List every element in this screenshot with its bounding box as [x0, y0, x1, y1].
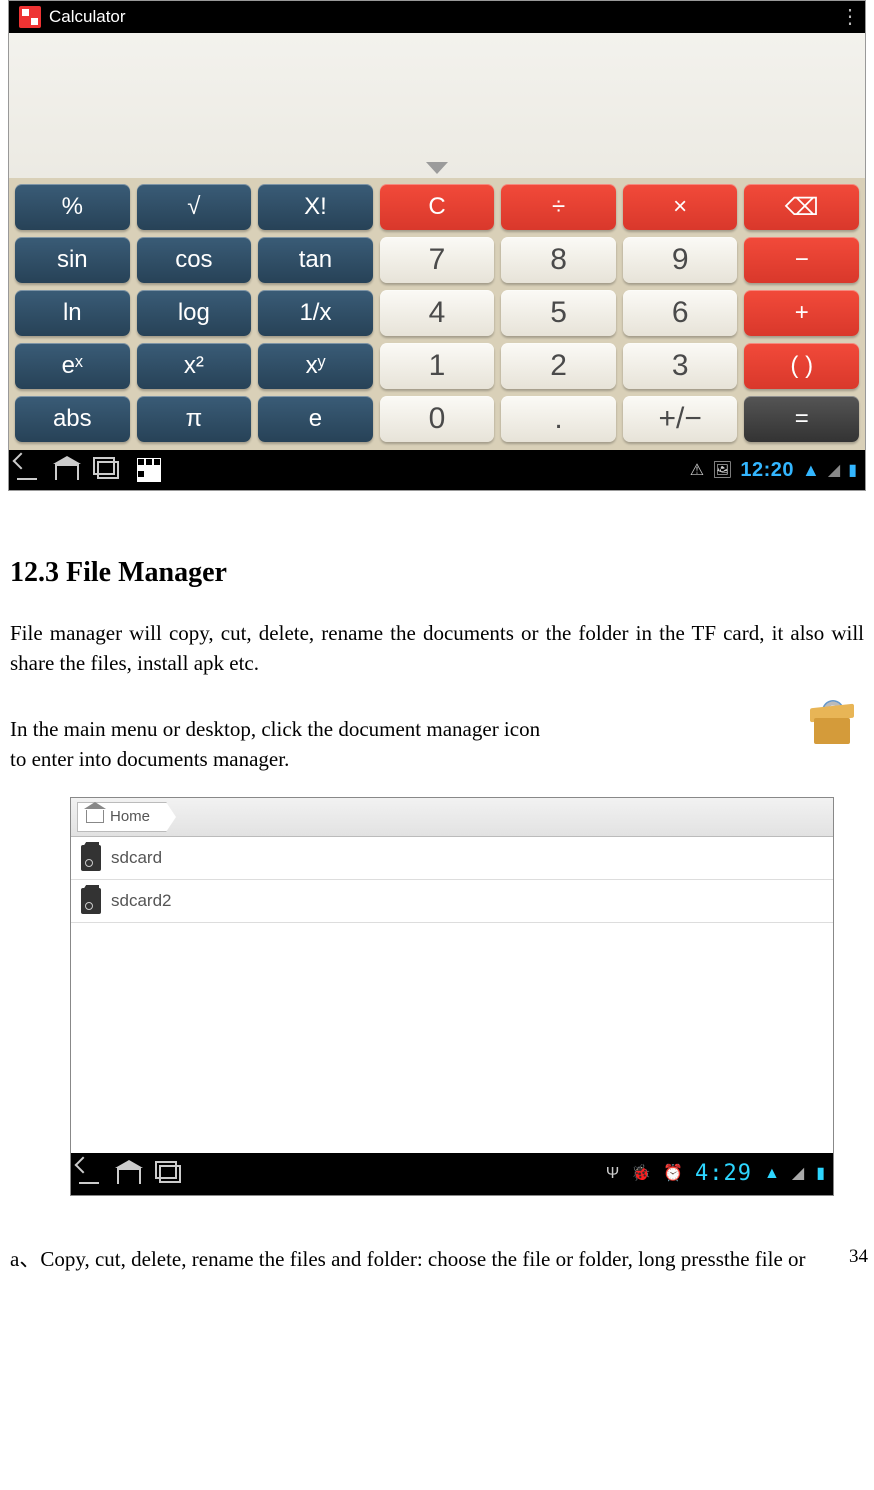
usb-icon: Ψ — [606, 1162, 619, 1185]
paragraph-2a: In the main menu or desktop, click the d… — [10, 714, 540, 744]
calculator-app-icon — [19, 6, 41, 28]
overflow-menu-icon[interactable]: ⋮ — [835, 7, 865, 27]
debug-icon: 🐞 — [631, 1162, 651, 1185]
key-9[interactable]: 9 — [623, 237, 738, 283]
key-multiply[interactable]: × — [623, 184, 738, 230]
wifi-icon: ▲ — [764, 1162, 780, 1185]
file-manager-icon — [808, 700, 856, 744]
key-3[interactable]: 3 — [623, 343, 738, 389]
key-factorial[interactable]: X! — [258, 184, 373, 230]
recent-apps-icon[interactable] — [97, 461, 119, 479]
calc-display — [9, 33, 865, 178]
key-plus[interactable]: + — [744, 290, 859, 336]
file-list: sdcard sdcard2 — [71, 837, 833, 1153]
fm-system-navbar: Ψ 🐞 ⏰ 4:29 ▲ ◢ ▮ — [71, 1153, 833, 1195]
paragraph-1: File manager will copy, cut, delete, ren… — [10, 618, 864, 679]
calc-title: Calculator — [49, 7, 835, 27]
status-time: 4:29 — [695, 1158, 752, 1190]
paragraph-3: a、Copy, cut, delete, rename the files an… — [10, 1244, 864, 1274]
list-item-label: sdcard2 — [111, 889, 171, 914]
breadcrumb-home[interactable]: Home — [77, 802, 167, 832]
paragraph-2: In the main menu or desktop, click the d… — [10, 700, 864, 774]
key-clear[interactable]: C — [380, 184, 495, 230]
sdcard-icon — [81, 845, 101, 871]
breadcrumb-bar: Home — [71, 798, 833, 837]
key-square[interactable]: x² — [137, 343, 252, 389]
signal-icon: ◢ — [792, 1162, 804, 1185]
key-backspace[interactable]: ⌫ — [744, 184, 859, 230]
key-8[interactable]: 8 — [501, 237, 616, 283]
key-parens[interactable]: ( ) — [744, 343, 859, 389]
key-sign[interactable]: +/− — [623, 396, 738, 442]
breadcrumb-label: Home — [110, 806, 150, 828]
calc-keypad: % √ X! C ÷ × ⌫ sin cos tan 7 8 9 − ln lo… — [9, 178, 865, 450]
list-item[interactable]: sdcard — [71, 837, 833, 880]
home-icon[interactable] — [117, 1168, 141, 1184]
list-item[interactable]: sdcard2 — [71, 880, 833, 923]
screenshot-icon[interactable] — [137, 458, 161, 482]
key-exp[interactable]: eˣ — [15, 343, 130, 389]
key-sqrt[interactable]: √ — [137, 184, 252, 230]
recent-apps-icon[interactable] — [159, 1165, 181, 1183]
back-icon[interactable] — [17, 460, 37, 480]
key-pi[interactable]: π — [137, 396, 252, 442]
key-7[interactable]: 7 — [380, 237, 495, 283]
key-cos[interactable]: cos — [137, 237, 252, 283]
warning-icon: ⚠ — [690, 460, 704, 480]
key-percent[interactable]: % — [15, 184, 130, 230]
paragraph-2b: to enter into documents manager. — [10, 744, 289, 774]
key-ln[interactable]: ln — [15, 290, 130, 336]
key-minus[interactable]: − — [744, 237, 859, 283]
list-item-label: sdcard — [111, 846, 162, 871]
key-divide[interactable]: ÷ — [501, 184, 616, 230]
sdcard-icon — [81, 888, 101, 914]
home-icon[interactable] — [55, 464, 79, 480]
signal-icon: ◢ — [828, 460, 840, 480]
section-heading: 12.3 File Manager — [10, 553, 864, 594]
calculator-screenshot: Calculator ⋮ % √ X! C ÷ × ⌫ sin cos tan … — [8, 0, 866, 491]
key-power[interactable]: xʸ — [258, 343, 373, 389]
key-abs[interactable]: abs — [15, 396, 130, 442]
alarm-icon: ⏰ — [663, 1162, 683, 1185]
key-sin[interactable]: sin — [15, 237, 130, 283]
file-manager-screenshot: Home sdcard sdcard2 — [70, 797, 834, 1196]
key-2[interactable]: 2 — [501, 343, 616, 389]
calc-titlebar: Calculator ⋮ — [9, 1, 865, 33]
back-icon[interactable] — [79, 1164, 99, 1184]
key-dot[interactable]: . — [501, 396, 616, 442]
key-equals[interactable]: = — [744, 396, 859, 442]
battery-icon: ▮ — [848, 460, 857, 480]
key-inverse[interactable]: 1/x — [258, 290, 373, 336]
key-5[interactable]: 5 — [501, 290, 616, 336]
home-icon — [86, 810, 104, 823]
page-number: 34 — [849, 1246, 868, 1268]
key-e[interactable]: e — [258, 396, 373, 442]
status-time: 12:20 — [740, 459, 794, 482]
key-6[interactable]: 6 — [623, 290, 738, 336]
key-1[interactable]: 1 — [380, 343, 495, 389]
key-0[interactable]: 0 — [380, 396, 495, 442]
key-log[interactable]: log — [137, 290, 252, 336]
picture-icon: 🖼 — [712, 460, 732, 480]
calc-system-navbar: ⚠ 🖼 12:20 ▲ ◢ ▮ — [9, 450, 865, 490]
key-tan[interactable]: tan — [258, 237, 373, 283]
battery-icon: ▮ — [816, 1162, 825, 1185]
wifi-icon: ▲ — [802, 460, 820, 481]
key-4[interactable]: 4 — [380, 290, 495, 336]
